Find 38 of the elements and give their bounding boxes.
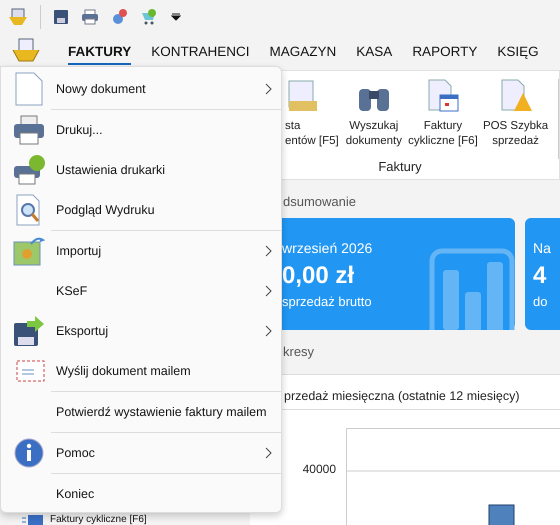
app-logo-icon: [8, 7, 28, 27]
ribbon-tab[interactable]: MAGAZYN: [270, 38, 336, 64]
document-icon: [14, 72, 42, 106]
app-menu-icon[interactable]: [12, 38, 40, 64]
printer-question-icon: [12, 154, 44, 186]
bar-chart-icon: [429, 248, 515, 330]
magnifier-document-icon: [16, 194, 42, 226]
ribbon-tab[interactable]: KSIĘG: [497, 38, 539, 64]
calendar-document-icon: [426, 79, 460, 113]
floppy-arrow-icon: [12, 315, 44, 347]
ribbon-tab[interactable]: KONTRAHENCI: [151, 38, 250, 64]
ribbon-button[interactable]: Faktury cykliczne [F6]: [408, 79, 477, 159]
ribbon-button[interactable]: Wyszukaj dokumenty: [344, 79, 403, 159]
printer-icon: [12, 115, 44, 145]
summary-card: Na 4 do: [525, 218, 560, 330]
chart-bar: [488, 504, 514, 525]
section-heading: kresy: [282, 343, 316, 361]
menu-item[interactable]: Pomoc: [1, 433, 281, 473]
menu-item[interactable]: Koniec: [1, 474, 281, 514]
tree-item[interactable]: Faktury cykliczne [F6]: [0, 514, 250, 525]
save-icon: [53, 9, 69, 25]
ribbon-group-label: Faktury: [377, 159, 423, 174]
menu-item[interactable]: Drukuj...: [1, 110, 281, 150]
printer-icon: [81, 9, 99, 25]
section-heading: dsumowanie: [282, 193, 357, 211]
warning-document-icon: [498, 79, 533, 113]
ribbon-tab[interactable]: RAPORTY: [412, 38, 478, 64]
menu-item[interactable]: Nowy dokument: [1, 69, 281, 109]
list-icon: [22, 514, 44, 524]
dropdown-caret-icon[interactable]: [171, 13, 181, 21]
ribbon-button[interactable]: sta entów [F5]: [285, 79, 339, 159]
ribbon-tab[interactable]: KASA: [356, 38, 392, 64]
info-icon: [14, 438, 44, 468]
picture-import-icon: [12, 236, 44, 266]
ribbon-button[interactable]: POS Szybka sprzedaż: [482, 79, 548, 159]
axis-tick-label: 40000: [302, 461, 337, 478]
cart-download-icon: [141, 8, 159, 26]
menu-item[interactable]: Ustawienia drukarki: [1, 150, 281, 190]
